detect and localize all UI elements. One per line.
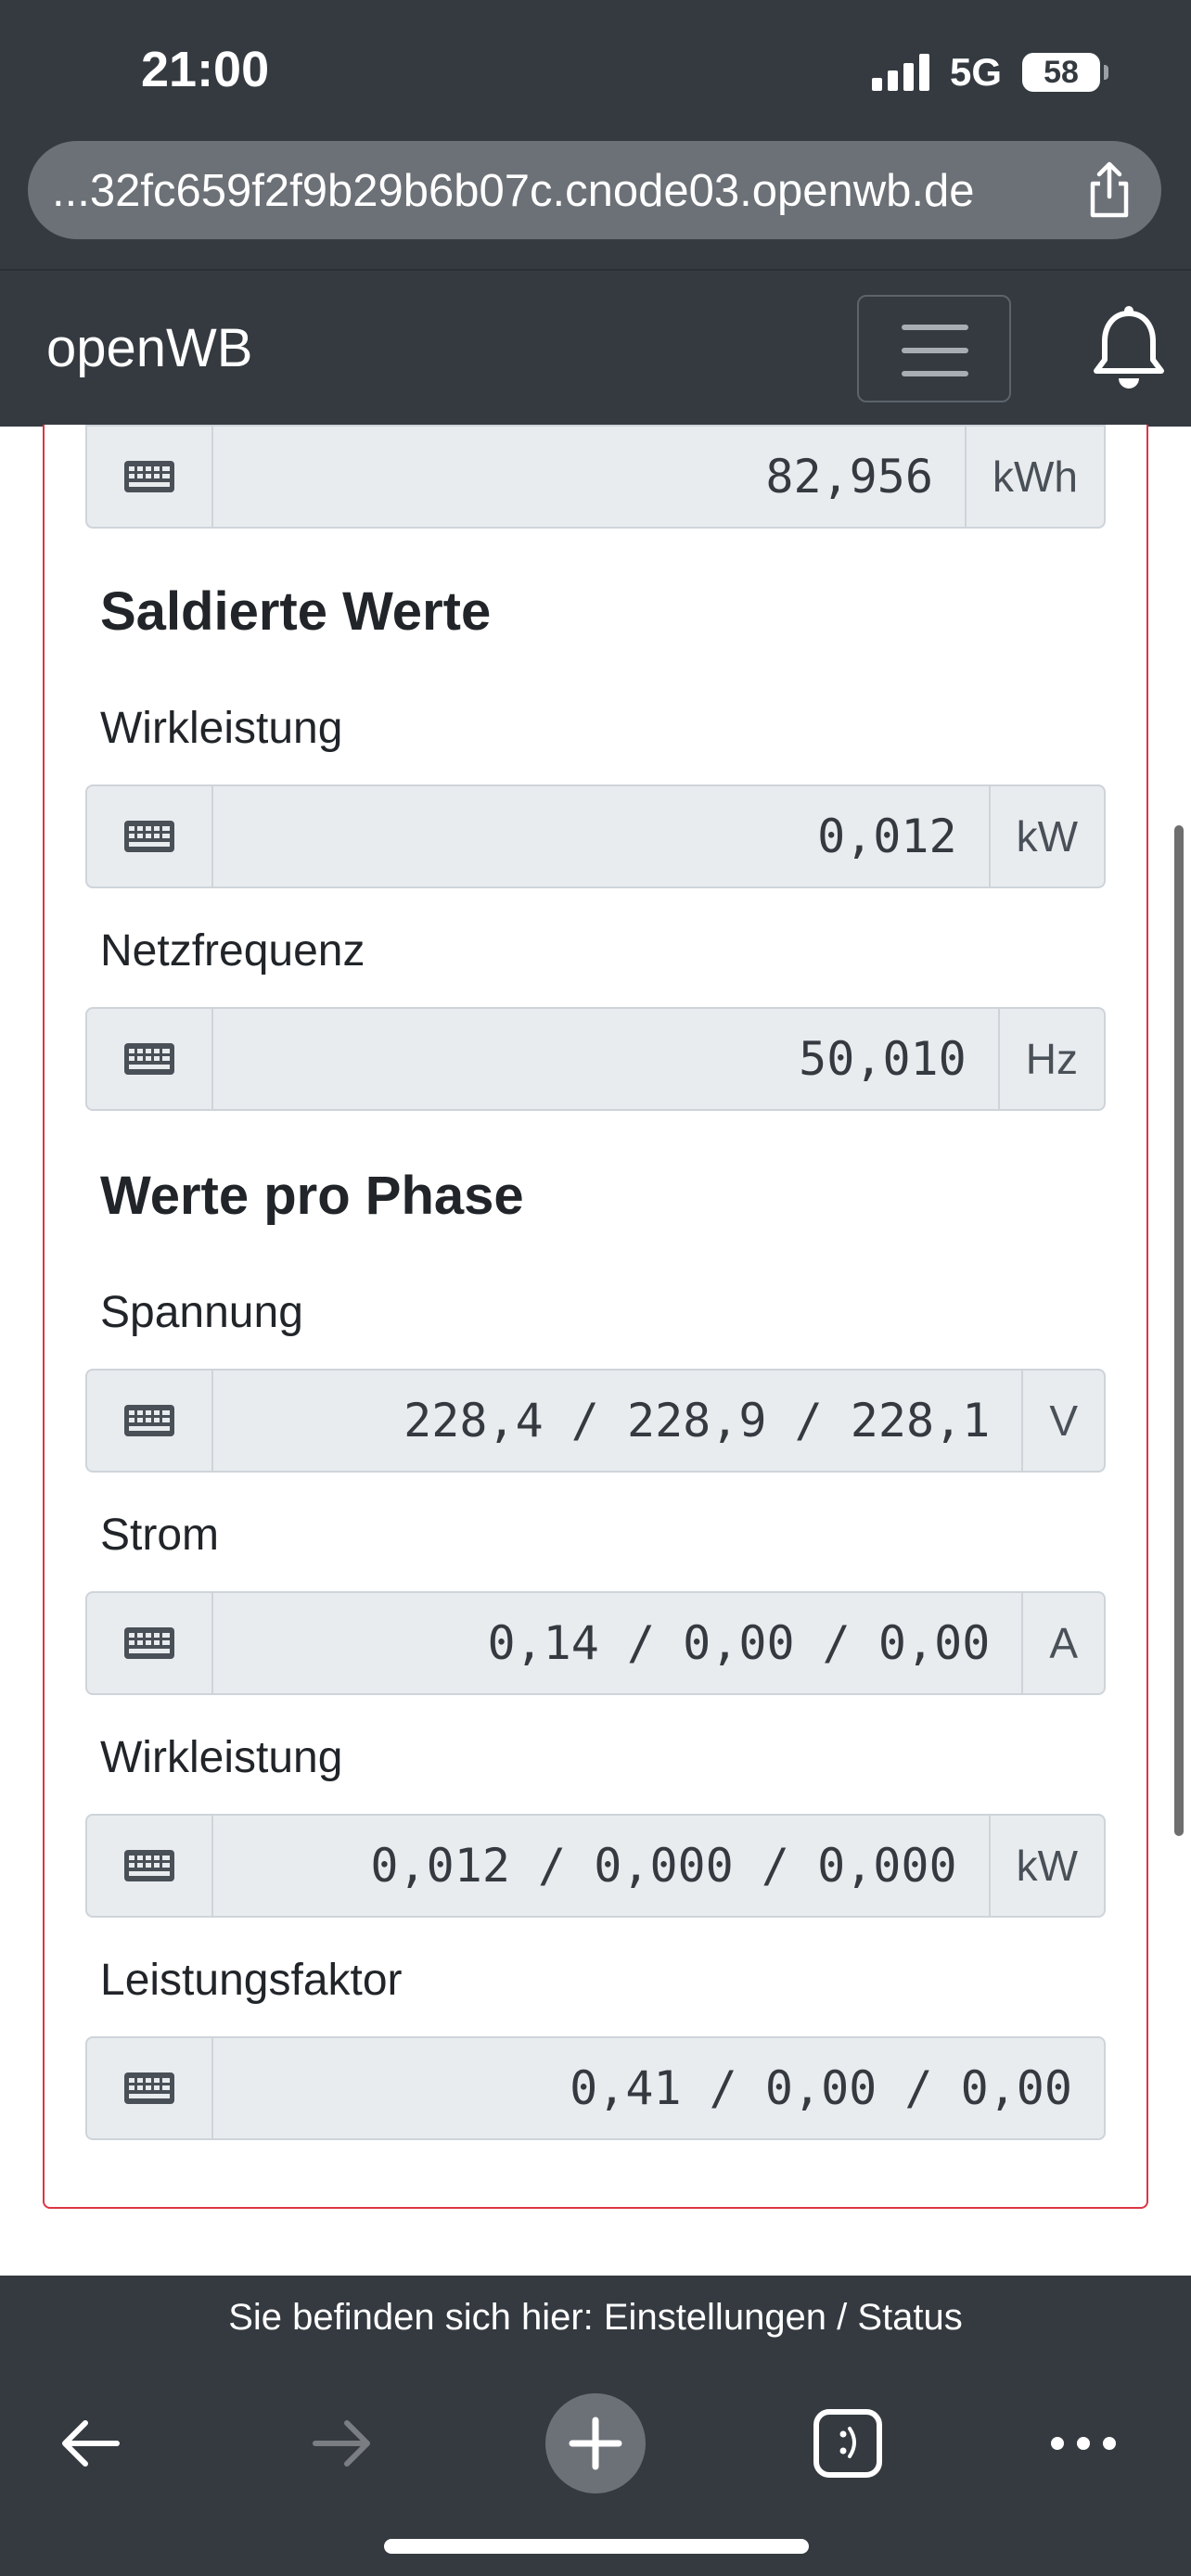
bell-icon[interactable]	[1091, 304, 1167, 397]
status-indicators: 5G 58	[871, 46, 1108, 98]
more-icon	[1051, 2437, 1116, 2450]
strom-field: 0,14 / 0,00 / 0,00 A	[85, 1591, 1106, 1695]
section-title-phase: Werte pro Phase	[100, 1166, 524, 1226]
keyboard-icon	[87, 1816, 213, 1916]
forward-arrow-icon	[313, 2420, 370, 2467]
keyboard-icon	[87, 2038, 213, 2138]
section-title-saldierte: Saldierte Werte	[100, 581, 492, 642]
label-strom: Strom	[100, 1511, 220, 1560]
energy-total-value: 82,956	[765, 450, 933, 504]
back-button[interactable]	[33, 2392, 145, 2494]
breadcrumb: Sie befinden sich hier: Einstellungen / …	[0, 2276, 1191, 2359]
brand-logo[interactable]: openWB	[46, 317, 252, 379]
url-text[interactable]: ...32fc659f2f9b29b6b07c.cnode03.openwb.d…	[52, 165, 974, 217]
keyboard-icon	[87, 786, 213, 886]
network-type: 5G	[949, 50, 1002, 94]
keyboard-icon	[87, 427, 213, 527]
label-spannung: Spannung	[100, 1288, 303, 1337]
browser-top-chrome: 21:00 5G 58 ...32fc659f2f9b29b6b07c.cnod…	[0, 0, 1191, 269]
share-icon[interactable]	[1082, 159, 1137, 221]
menu-toggle-button[interactable]	[857, 295, 1011, 402]
wirkleistung-phase-field: 0,012 / 0,000 / 0,000 kW	[85, 1814, 1106, 1918]
label-netzfrequenz: Netzfrequenz	[100, 926, 365, 976]
page-scrollbar[interactable]	[1174, 825, 1184, 1836]
netzfrequenz-field: 50,010 Hz	[85, 1007, 1106, 1111]
home-indicator[interactable]	[384, 2539, 809, 2554]
spannung-value: 228,4 / 228,9 / 228,1	[403, 1394, 991, 1447]
spannung-field: 228,4 / 228,9 / 228,1 V	[85, 1369, 1106, 1473]
netzfrequenz-unit: Hz	[997, 1009, 1104, 1109]
app-navbar: openWB	[0, 269, 1191, 427]
strom-unit: A	[1021, 1593, 1104, 1693]
energy-total-field: 82,956 kWh	[85, 425, 1106, 529]
tabs-icon	[813, 2409, 882, 2478]
hamburger-icon	[902, 325, 968, 330]
keyboard-icon	[87, 1593, 213, 1693]
back-arrow-icon	[62, 2420, 120, 2467]
plus-icon	[545, 2393, 646, 2493]
wirkleistung-total-unit: kW	[988, 786, 1104, 886]
wirkleistung-total-value: 0,012	[817, 810, 957, 863]
forward-button[interactable]	[288, 2392, 399, 2494]
wirkleistung-phase-value: 0,012 / 0,000 / 0,000	[370, 1839, 957, 1893]
more-button[interactable]	[1028, 2392, 1139, 2494]
address-bar[interactable]: ...32fc659f2f9b29b6b07c.cnode03.openwb.d…	[28, 141, 1161, 239]
wirkleistung-phase-unit: kW	[988, 1816, 1104, 1916]
tabs-button[interactable]	[792, 2392, 903, 2494]
keyboard-icon	[87, 1371, 213, 1471]
new-tab-button[interactable]	[540, 2392, 651, 2494]
label-wirkleistung-phase: Wirkleistung	[100, 1733, 343, 1782]
signal-icon	[871, 54, 929, 91]
strom-value: 0,14 / 0,00 / 0,00	[487, 1616, 991, 1670]
leistungsfaktor-field: 0,41 / 0,00 / 0,00	[85, 2036, 1106, 2140]
spannung-unit: V	[1021, 1371, 1104, 1471]
wirkleistung-total-field: 0,012 kW	[85, 784, 1106, 888]
keyboard-icon	[87, 1009, 213, 1109]
leistungsfaktor-value: 0,41 / 0,00 / 0,00	[570, 2061, 1072, 2115]
label-leistungsfaktor: Leistungsfaktor	[100, 1956, 403, 2005]
label-wirkleistung-total: Wirkleistung	[100, 704, 343, 753]
battery-icon: 58	[1022, 53, 1108, 92]
status-time: 21:00	[141, 42, 270, 97]
energy-total-unit: kWh	[965, 427, 1104, 527]
netzfrequenz-value: 50,010	[799, 1032, 967, 1086]
